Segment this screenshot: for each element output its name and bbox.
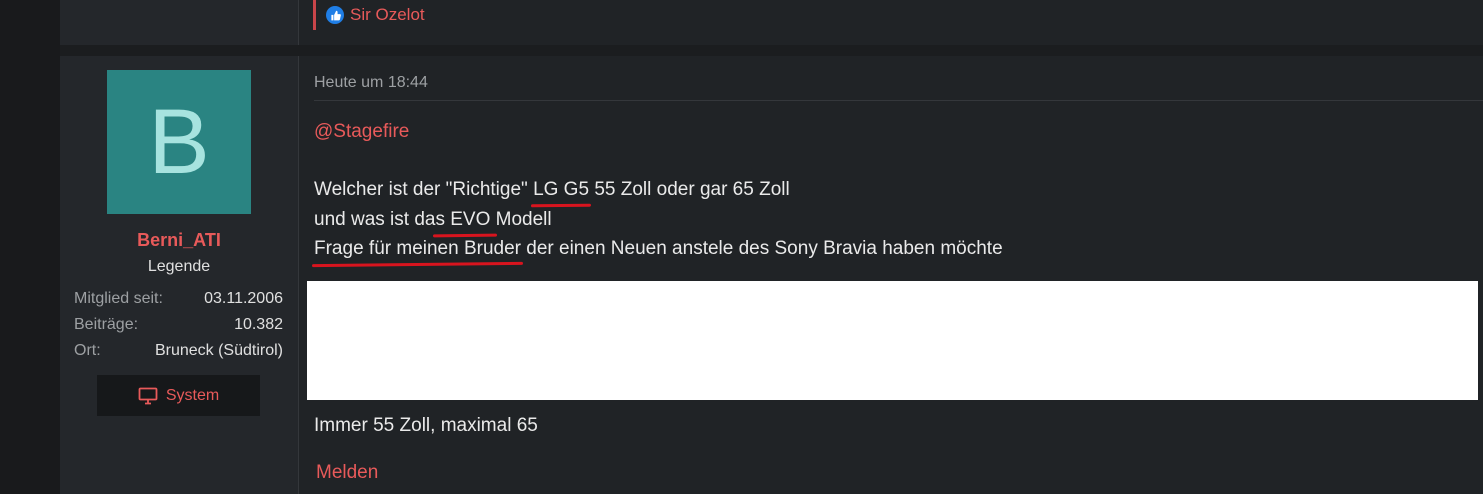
thumbs-up-icon bbox=[326, 6, 344, 24]
post-body: Heute um 18:44 @Stagefire Welcher ist de… bbox=[299, 56, 1483, 494]
quote-line-2: und was ist das EVO Modell bbox=[314, 209, 552, 231]
stat-row-posts: Beiträge: 10.382 bbox=[74, 312, 283, 338]
user-stats: Mitglied seit: 03.11.2006 Beiträge: 10.3… bbox=[74, 286, 283, 364]
stat-row-location: Ort: Bruneck (Südtirol) bbox=[74, 338, 283, 364]
quote-line-3: Frage für meinen Bruder der einen Neuen … bbox=[314, 238, 1003, 260]
system-button[interactable]: System bbox=[97, 375, 260, 416]
stat-value: Bruneck (Südtirol) bbox=[154, 342, 283, 359]
underlined-text: LG G5 bbox=[533, 179, 590, 200]
mention-link[interactable]: @Stagefire bbox=[314, 121, 409, 143]
text-segment: Modell bbox=[495, 209, 552, 230]
report-link[interactable]: Melden bbox=[316, 462, 378, 484]
text-segment: Welcher ist der "Richtige" bbox=[314, 179, 534, 200]
avatar-letter: B bbox=[148, 90, 210, 193]
reaction-user-link[interactable]: Sir Ozelot bbox=[350, 5, 425, 25]
stat-value: 03.11.2006 bbox=[204, 290, 283, 307]
previous-post-body: Sir Ozelot bbox=[299, 0, 1483, 45]
text-segment: und was ist da bbox=[314, 209, 436, 230]
stat-label: Ort: bbox=[74, 342, 101, 359]
monitor-icon bbox=[138, 387, 158, 405]
previous-post: Sir Ozelot bbox=[60, 0, 1483, 45]
reactions-bar: Sir Ozelot bbox=[313, 0, 425, 30]
avatar[interactable]: B bbox=[107, 70, 251, 214]
reply-text: Immer 55 Zoll, maximal 65 bbox=[314, 415, 538, 436]
embedded-media bbox=[307, 281, 1478, 400]
post-date-link[interactable]: Heute um 18:44 bbox=[314, 74, 428, 92]
stat-row-member-since: Mitglied seit: 03.11.2006 bbox=[74, 286, 283, 312]
stat-label: Mitglied seit: bbox=[74, 290, 163, 307]
underlined-text: Frage für meinen Bruder bbox=[314, 238, 521, 259]
stat-value[interactable]: 10.382 bbox=[234, 316, 283, 334]
system-button-label: System bbox=[165, 386, 220, 404]
underlined-text: s EVO bbox=[435, 209, 496, 230]
quote-line-1: Welcher ist der "Richtige" LG G5 55 Zoll… bbox=[314, 179, 790, 201]
text-segment: der einen Neuen anstele des Sony Bravia … bbox=[521, 238, 1003, 259]
stat-label: Beiträge: bbox=[74, 316, 139, 333]
username-link[interactable]: Berni_ATI bbox=[60, 230, 298, 251]
previous-post-sidebar bbox=[60, 0, 299, 45]
divider bbox=[314, 100, 1483, 101]
text-segment: 55 Zoll oder gar 65 Zoll bbox=[589, 179, 790, 200]
post: B Berni_ATI Legende Mitglied seit: 03.11… bbox=[60, 56, 1483, 494]
left-gutter bbox=[0, 0, 60, 494]
user-title: Legende bbox=[147, 258, 211, 275]
user-sidebar: B Berni_ATI Legende Mitglied seit: 03.11… bbox=[60, 56, 299, 494]
